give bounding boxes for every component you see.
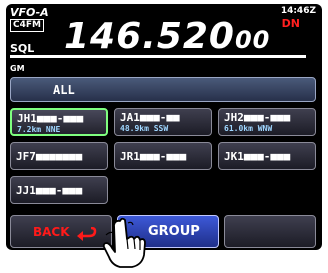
station-info: 7.2km NNE: [17, 125, 61, 134]
frequency-main: 146.520: [64, 16, 235, 57]
mode-badge: C4FM: [10, 19, 44, 32]
gm-label: GM: [10, 64, 25, 73]
frequency-small: 00: [234, 26, 271, 54]
station-info: 48.9km SSW: [120, 124, 169, 133]
frequency-display: 146.52000: [64, 18, 270, 59]
station-call: JH1■■■-■■■: [17, 112, 84, 125]
station-call: JH2■■■-■■■: [224, 111, 291, 124]
back-button[interactable]: BACK: [10, 215, 112, 248]
station-call: JK1■■■-■■■: [224, 150, 291, 163]
station-call: JA1■■■-■■: [120, 111, 180, 124]
station-call: JJ1■■■-■■■: [16, 184, 83, 197]
all-button-label: ALL: [53, 83, 75, 97]
blank-button[interactable]: [224, 215, 316, 248]
station-button[interactable]: JA1■■■-■■ 48.9km SSW: [114, 108, 212, 136]
pointing-hand-icon: [102, 217, 146, 268]
sql-bar: [10, 55, 306, 58]
station-button[interactable]: JK1■■■-■■■: [218, 142, 316, 170]
station-button[interactable]: JH1■■■-■■■ 7.2km NNE: [10, 108, 108, 136]
vfo-label: VFO-A: [10, 6, 49, 19]
station-button[interactable]: JJ1■■■-■■■: [10, 176, 108, 204]
radio-display: VFO-A C4FM 14:46Z DN 146.52000 SQL GM AL…: [6, 4, 322, 250]
clock: 14:46Z: [280, 6, 316, 16]
sql-label: SQL: [10, 42, 35, 55]
station-call: JF7■■■■■■■: [16, 150, 83, 163]
back-button-label: BACK: [33, 225, 70, 239]
dn-indicator: DN: [281, 17, 300, 30]
station-button[interactable]: JH2■■■-■■■ 61.0km WNW: [218, 108, 316, 136]
return-arrow-icon: [77, 227, 97, 241]
all-button[interactable]: ALL: [10, 77, 316, 102]
group-button-label: GROUP: [148, 224, 200, 239]
station-info: 61.0km WNW: [224, 124, 273, 133]
station-call: JR1■■■-■■■: [120, 150, 187, 163]
station-button[interactable]: JR1■■■-■■■: [114, 142, 212, 170]
station-button[interactable]: JF7■■■■■■■: [10, 142, 108, 170]
